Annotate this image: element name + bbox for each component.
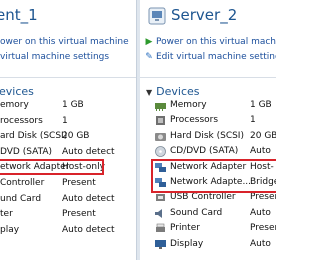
device-name: CD/DVD (SATA) — [170, 146, 239, 157]
usb-icon — [156, 194, 165, 202]
printer-icon — [156, 223, 165, 233]
device-row[interactable]: play Auto detect — [0, 225, 136, 239]
device-value: 20 GB — [62, 131, 90, 142]
device-row[interactable]: Processors 1 — [140, 115, 276, 129]
device-row[interactable]: Sound Card Auto — [140, 208, 276, 222]
device-name: und Card — [0, 193, 42, 204]
device-name: Processors — [170, 115, 219, 126]
device-value: Present — [62, 209, 96, 220]
device-value: Auto — [250, 207, 271, 218]
device-value: Presen — [250, 192, 276, 203]
device-row[interactable]: Printer Presen — [140, 223, 276, 237]
highlight-box — [151, 158, 276, 194]
chevron-down-icon: ▼ — [146, 88, 153, 97]
highlight-box — [0, 159, 104, 176]
device-name: emory — [0, 100, 29, 110]
devices-heading: evices — [0, 85, 34, 98]
device-name: ter — [0, 209, 13, 220]
device-name: Sound Card — [170, 207, 223, 218]
cd-icon — [155, 146, 166, 158]
device-name: rocessors — [0, 115, 43, 126]
power-on-link[interactable]: ower on this virtual machine — [0, 37, 129, 49]
device-row[interactable]: rocessors 1 — [0, 116, 136, 130]
edit-settings-label: virtual machine settings — [0, 52, 110, 62]
device-name: USB Controller — [170, 192, 236, 203]
device-row[interactable]: und Card Auto detect — [0, 194, 136, 208]
vm-title: ent_1 — [0, 6, 38, 24]
edit-settings-link[interactable]: ✎ Edit virtual machine settings — [144, 52, 276, 64]
device-value: Auto detect — [62, 193, 115, 204]
device-value: 1 — [250, 115, 256, 126]
device-row[interactable]: ard Disk (SCSI) 20 GB — [0, 131, 136, 145]
device-row[interactable]: Hard Disk (SCSI) 20 GB — [140, 131, 276, 145]
device-name: ard Disk (SCSI) — [0, 131, 68, 142]
device-value: 1 — [62, 115, 68, 126]
device-value: 1 GB — [250, 100, 272, 110]
display-icon — [155, 239, 166, 249]
device-name: Hard Disk (SCSI) — [170, 130, 244, 141]
device-name: Memory — [170, 100, 207, 110]
edit-settings-link[interactable]: virtual machine settings — [0, 52, 109, 64]
device-value: 20 GB — [250, 130, 276, 141]
device-row[interactable]: ter Present — [0, 209, 136, 223]
vm-panel-left: ent_1 ower on this virtual machine virtu… — [0, 0, 136, 260]
cpu-icon — [156, 116, 165, 126]
play-icon: ▶ — [145, 37, 153, 47]
device-value: Auto — [250, 238, 271, 249]
power-on-link[interactable]: ▶Power on this virtual machine — [144, 37, 276, 49]
devices-heading: Devices — [156, 85, 200, 98]
device-value: Presen — [250, 223, 276, 234]
device-row[interactable]: emory 1 GB — [0, 100, 136, 114]
edit-settings-label: Edit virtual machine settings — [156, 52, 276, 62]
device-row[interactable]: Display Auto — [140, 239, 276, 253]
device-value: Present — [62, 178, 96, 188]
disk-icon — [155, 132, 166, 141]
device-value: Auto — [250, 146, 271, 157]
device-row[interactable]: Memory 1 GB — [140, 100, 276, 114]
sound-icon — [155, 208, 162, 218]
divider — [140, 77, 276, 78]
device-row[interactable]: Controller Present — [0, 178, 136, 192]
devices-section-header[interactable]: evices — [0, 85, 34, 98]
device-name: play — [0, 224, 20, 235]
vm-title: Server_2 — [171, 6, 238, 24]
device-row[interactable]: USB Controller Presen — [140, 192, 276, 206]
divider — [0, 77, 136, 78]
device-name: Display — [170, 238, 204, 249]
device-name: Controller — [0, 178, 45, 188]
device-value: 1 GB — [62, 100, 84, 110]
device-name: DVD (SATA) — [0, 146, 53, 157]
virtual-machine-icon — [148, 7, 166, 25]
vm-panel-right: Server_2 ▶Power on this virtual machine … — [140, 0, 276, 260]
power-on-label: Power on this virtual machine — [156, 37, 276, 47]
devices-section-header[interactable]: ▼ Devices — [146, 85, 200, 98]
power-on-label: ower on this virtual machine — [0, 37, 129, 47]
device-value: Auto detect — [62, 146, 115, 157]
device-value: Auto detect — [62, 224, 115, 235]
vm-header: ent_1 — [0, 0, 136, 34]
memory-icon — [155, 103, 166, 111]
vm-header: Server_2 — [140, 0, 276, 34]
device-name: Printer — [170, 223, 200, 234]
settings-icon: ✎ — [145, 52, 153, 62]
